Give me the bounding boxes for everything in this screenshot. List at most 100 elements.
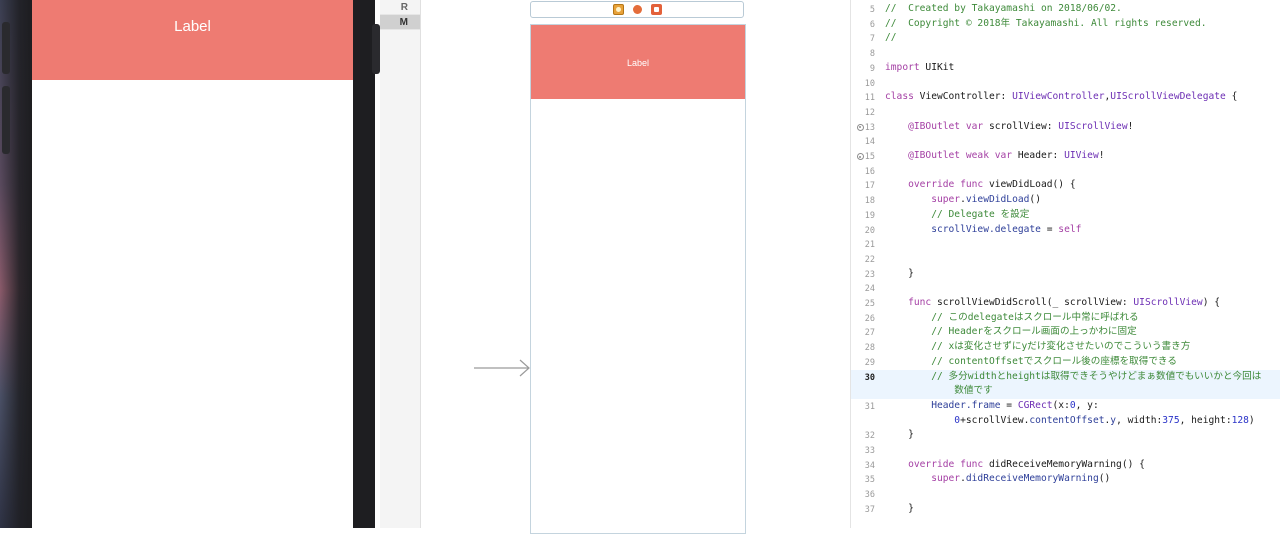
code-text: }	[875, 267, 914, 282]
code-line[interactable]: 33	[851, 443, 1280, 458]
code-line[interactable]: 21	[851, 237, 1280, 252]
code-token: , height:	[1179, 414, 1232, 426]
code-token: super	[885, 194, 961, 206]
line-number[interactable]: 26	[851, 311, 875, 326]
code-token: CGRect	[1017, 399, 1053, 411]
line-number[interactable]: 13	[851, 120, 875, 135]
code-line[interactable]: 5 // Created by Takayamashi on 2018/06/02…	[851, 2, 1280, 17]
line-number[interactable]: 19	[851, 208, 875, 223]
simulator-bezel-right	[353, 0, 375, 528]
line-number[interactable]	[851, 414, 875, 429]
line-number[interactable]: 31	[851, 399, 875, 414]
line-number[interactable]: 5	[851, 2, 875, 17]
code-line[interactable]: 7 //	[851, 31, 1280, 46]
storyboard-canvas[interactable]: Label	[421, 0, 850, 534]
first-responder-icon[interactable]	[632, 4, 643, 15]
code-line[interactable]: 37 }	[851, 502, 1280, 517]
code-line[interactable]: 6 // Copyright © 2018年 Takayamashi. All r…	[851, 17, 1280, 32]
code-line[interactable]: 0+scrollView.contentOffset.y, width:375,…	[851, 414, 1280, 429]
code-token: +scrollView.	[960, 414, 1030, 426]
code-line[interactable]: 29 // contentOffsetでスクロール後の座標を取得できる	[851, 355, 1280, 370]
code-line[interactable]: 8	[851, 46, 1280, 61]
code-line[interactable]: 27 // Headerをスクロール画面の上っかわに固定	[851, 325, 1280, 340]
line-number[interactable]: 20	[851, 223, 875, 238]
code-line[interactable]: 数値です	[851, 384, 1280, 399]
code-line[interactable]: 12	[851, 105, 1280, 120]
line-number[interactable]: 34	[851, 458, 875, 473]
initial-view-controller-arrow-icon[interactable]	[474, 358, 534, 378]
code-line[interactable]: 32 }	[851, 428, 1280, 443]
line-number[interactable]: 17	[851, 178, 875, 193]
code-line[interactable]: 24	[851, 281, 1280, 296]
line-number[interactable]: 30	[851, 370, 875, 385]
code-line[interactable]: 34 override func didReceiveMemoryWarning…	[851, 458, 1280, 473]
line-number[interactable]: 10	[851, 76, 875, 91]
line-number[interactable]: 28	[851, 340, 875, 355]
code-line[interactable]: 11 class ViewController: UIViewController…	[851, 90, 1280, 105]
line-number[interactable]: 9	[851, 61, 875, 76]
line-number[interactable]: 8	[851, 46, 875, 61]
scene-header-label[interactable]: Label	[627, 58, 649, 68]
code-line[interactable]: 30 // 多分widthとheightは取得できそうやけどまぁ数値でもいいかと…	[851, 369, 1280, 385]
line-number[interactable]: 27	[851, 325, 875, 340]
code-line[interactable]: 10	[851, 76, 1280, 91]
code-text: import UIKit	[875, 61, 954, 76]
simulator-volume-down-button[interactable]	[2, 86, 10, 154]
line-number[interactable]: 12	[851, 105, 875, 120]
line-number[interactable]: 22	[851, 252, 875, 267]
line-number[interactable]: 6	[851, 17, 875, 32]
line-number[interactable]: 16	[851, 164, 875, 179]
code-token: UIView	[1064, 150, 1099, 161]
view-controller-icon[interactable]	[612, 4, 624, 15]
line-number[interactable]: 21	[851, 237, 875, 252]
line-number[interactable]: 7	[851, 31, 875, 46]
line-number[interactable]	[851, 384, 875, 399]
line-number[interactable]: 25	[851, 296, 875, 311]
scene-view-controller[interactable]: Label	[530, 24, 746, 534]
code-line[interactable]: 17 override func viewDidLoad() {	[851, 178, 1280, 193]
simulator-power-button[interactable]	[372, 24, 380, 74]
code-line[interactable]: 13 @IBOutlet var scrollView: UIScrollVie…	[851, 120, 1280, 135]
line-number[interactable]: 36	[851, 487, 875, 502]
outlet-connection-icon[interactable]	[856, 153, 864, 160]
code-line[interactable]: 19 // Delegate を設定	[851, 208, 1280, 223]
code-line[interactable]: 15 @IBOutlet weak var Header: UIView!	[851, 149, 1280, 164]
simulator-screen[interactable]: Label	[32, 0, 353, 528]
code-editor[interactable]: 5 // Created by Takayamashi on 2018/06/02…	[850, 0, 1280, 528]
scene-header-view[interactable]: Label	[531, 25, 745, 99]
code-line[interactable]: 16	[851, 164, 1280, 179]
line-number[interactable]: 33	[851, 443, 875, 458]
line-number[interactable]: 15	[851, 149, 875, 164]
line-number[interactable]: 35	[851, 472, 875, 487]
code-line[interactable]: 36	[851, 487, 1280, 502]
code-line[interactable]: 35 super.didReceiveMemoryWarning()	[851, 472, 1280, 487]
line-number[interactable]: 24	[851, 281, 875, 296]
simulator-volume-up-button[interactable]	[2, 22, 10, 74]
code-token: class	[885, 91, 914, 103]
code-line[interactable]: 23 }	[851, 267, 1280, 282]
code-token: //	[885, 32, 897, 44]
code-line[interactable]: 18 super.viewDidLoad()	[851, 193, 1280, 208]
line-number[interactable]: 37	[851, 502, 875, 517]
code-line[interactable]: 31 Header.frame = CGRect(x:0, y:	[851, 399, 1280, 414]
code-line[interactable]: 9 import UIKit	[851, 61, 1280, 76]
code-line[interactable]: 28 // xは変化させずにyだけ変化させたいのでこういう書き方	[851, 340, 1280, 355]
code-line[interactable]: 14	[851, 134, 1280, 149]
line-number[interactable]: 23	[851, 267, 875, 282]
exit-icon[interactable]	[650, 4, 662, 15]
line-number[interactable]: 11	[851, 90, 875, 105]
line-number[interactable]: 18	[851, 193, 875, 208]
outlet-connection-icon[interactable]	[856, 123, 864, 131]
line-number[interactable]: 32	[851, 428, 875, 443]
line-number[interactable]: 29	[851, 355, 875, 370]
line-number[interactable]: 14	[851, 134, 875, 149]
outline-row-r[interactable]: R	[380, 0, 420, 15]
outline-row-m[interactable]: M	[380, 15, 420, 30]
code-line[interactable]: 20 scrollView.delegate = self	[851, 223, 1280, 238]
code-line[interactable]: 22	[851, 252, 1280, 267]
code-line[interactable]: 25 func scrollViewDidScroll(_ scrollView…	[851, 296, 1280, 311]
code-line[interactable]: 26 // このdelegateはスクロール中常に呼ばれる	[851, 311, 1280, 326]
